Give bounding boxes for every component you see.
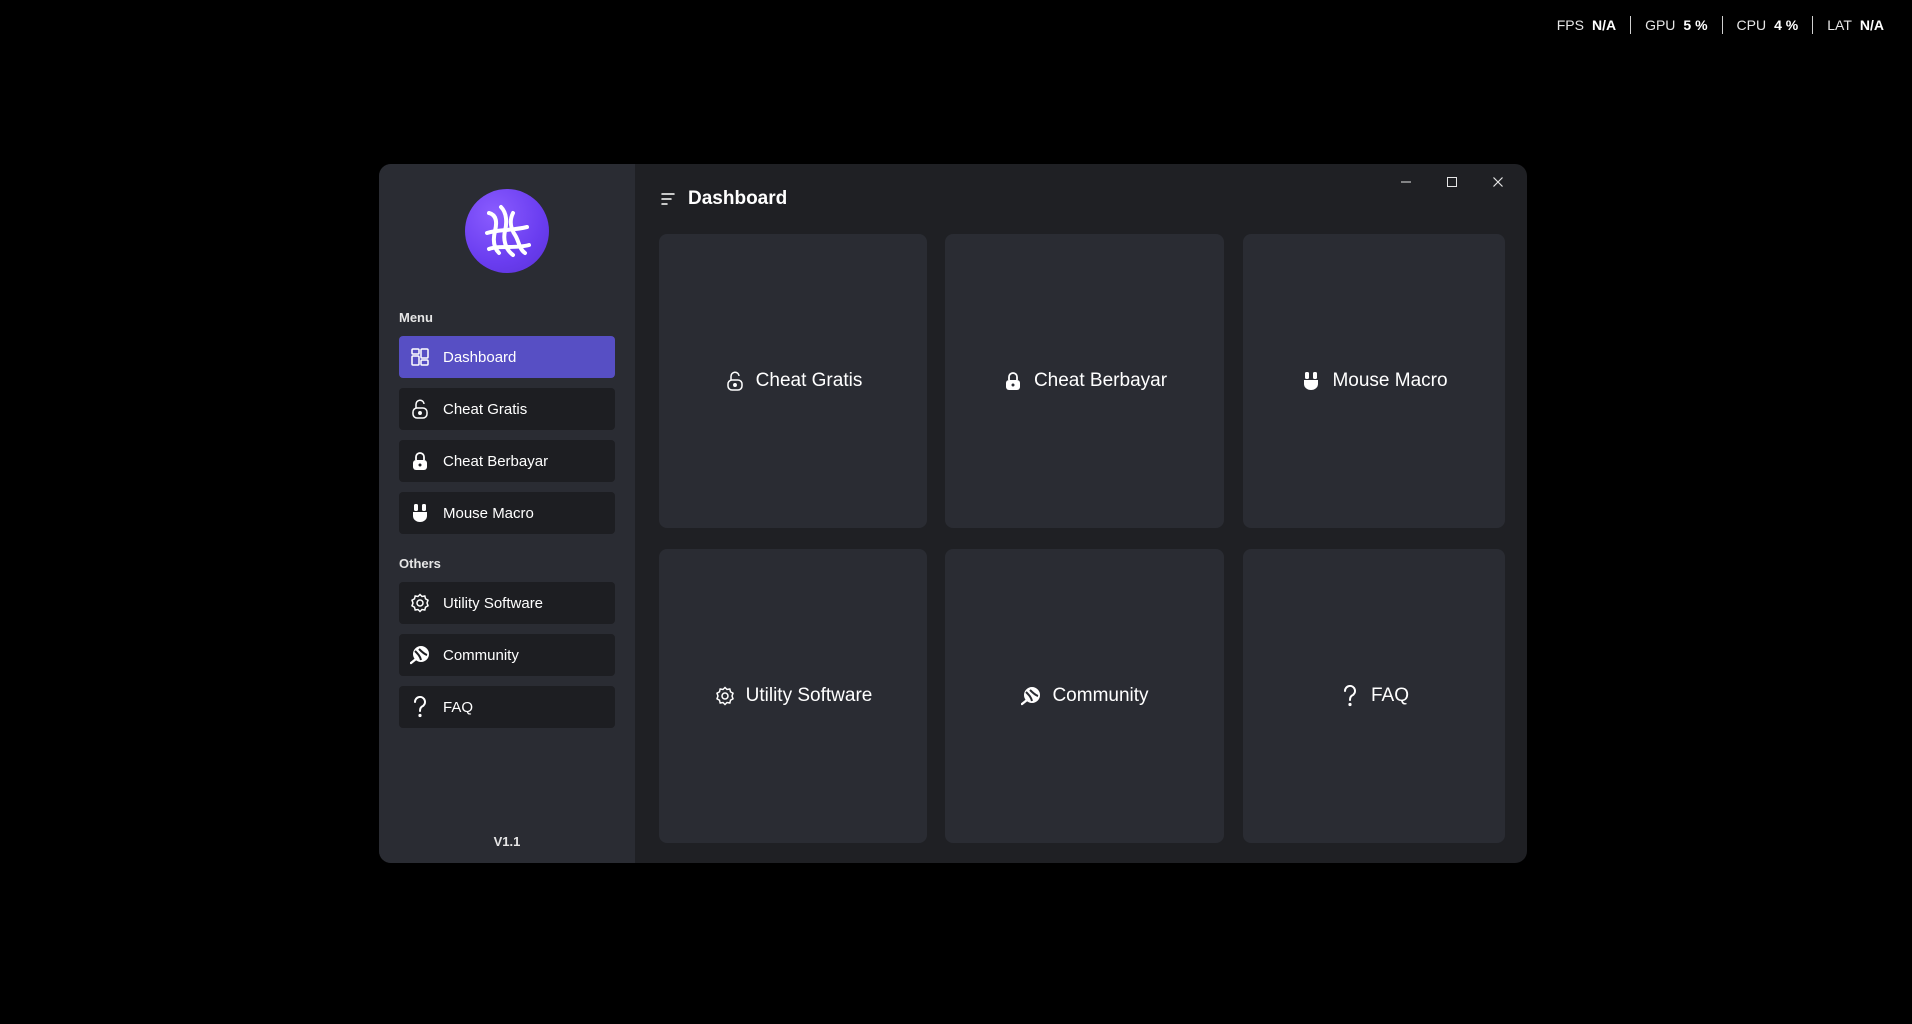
- gear-icon: [408, 591, 432, 615]
- sidebar-item-faq[interactable]: FAQ: [399, 686, 615, 728]
- close-icon: [1493, 177, 1503, 187]
- fps-value: N/A: [1591, 17, 1617, 33]
- card-label: Community: [1052, 685, 1149, 706]
- sidebar-item-label: Mouse Macro: [443, 504, 534, 522]
- community-icon: [408, 643, 432, 667]
- lat-readout: LAT N/A: [1813, 17, 1898, 33]
- question-icon: [1339, 685, 1361, 707]
- lat-label: LAT: [1827, 17, 1852, 33]
- window-controls: [1383, 172, 1521, 192]
- sidebar-item-label: Utility Software: [443, 594, 544, 612]
- close-button[interactable]: [1475, 172, 1521, 192]
- card-mouse-macro[interactable]: Mouse Macro: [1243, 234, 1505, 528]
- unlock-icon: [408, 397, 432, 421]
- lock-icon: [1002, 370, 1024, 392]
- sidebar-item-community[interactable]: Community: [399, 634, 615, 676]
- card-label: Cheat Berbayar: [1033, 370, 1168, 391]
- gear-icon: [714, 685, 736, 707]
- sidebar-item-label: Cheat Berbayar: [443, 452, 549, 470]
- mouse-icon: [1300, 370, 1322, 392]
- cpu-label: CPU: [1736, 17, 1767, 33]
- card-label: Utility Software: [745, 685, 873, 706]
- fps-readout: FPS N/A: [1543, 17, 1630, 33]
- sidebar-item-label: Community: [443, 646, 519, 664]
- lat-value: N/A: [1859, 17, 1884, 33]
- page-title: Dashboard: [688, 188, 788, 209]
- gpu-value: 5 %: [1683, 17, 1708, 33]
- card-faq[interactable]: FAQ: [1243, 549, 1505, 843]
- sidebar-item-cheat-berbayar[interactable]: Cheat Berbayar: [399, 440, 615, 482]
- fps-label: FPS: [1556, 17, 1584, 33]
- cpu-value: 4 %: [1774, 17, 1799, 33]
- gpu-label: GPU: [1645, 17, 1676, 33]
- sidebar-item-mouse-macro[interactable]: Mouse Macro: [399, 492, 615, 534]
- card-cheat-berbayar[interactable]: Cheat Berbayar: [945, 234, 1224, 528]
- logo-icon: [485, 205, 531, 257]
- sidebar-item-label: FAQ: [443, 698, 474, 716]
- sidebar-item-utility-software[interactable]: Utility Software: [399, 582, 615, 624]
- minimize-icon: [1401, 181, 1411, 183]
- menu-lines-icon[interactable]: [660, 191, 676, 207]
- sidebar: Menu Dashboard Cheat Gratis Cheat Berbay…: [379, 164, 635, 863]
- app-window: Menu Dashboard Cheat Gratis Cheat Berbay…: [379, 164, 1527, 863]
- card-cheat-gratis[interactable]: Cheat Gratis: [659, 234, 927, 528]
- maximize-button[interactable]: [1429, 172, 1475, 192]
- card-community[interactable]: Community: [945, 549, 1224, 843]
- lock-icon: [408, 449, 432, 473]
- sidebar-item-dashboard[interactable]: Dashboard: [399, 336, 615, 378]
- minimize-button[interactable]: [1383, 172, 1429, 192]
- version-label: V1.1: [493, 834, 521, 849]
- sidebar-item-label: Cheat Gratis: [443, 400, 528, 418]
- question-icon: [408, 695, 432, 719]
- gpu-readout: GPU 5 %: [1631, 17, 1721, 33]
- menu-nav: Dashboard Cheat Gratis Cheat Berbayar Mo…: [399, 336, 615, 534]
- unlock-icon: [724, 370, 746, 392]
- sidebar-item-label: Dashboard: [443, 348, 517, 366]
- maximize-icon: [1447, 177, 1457, 187]
- sidebar-item-cheat-gratis[interactable]: Cheat Gratis: [399, 388, 615, 430]
- others-section-label: Others: [399, 556, 441, 571]
- dashboard-icon: [408, 345, 432, 369]
- card-label: Mouse Macro: [1332, 370, 1448, 391]
- card-utility-software[interactable]: Utility Software: [659, 549, 927, 843]
- card-label: FAQ: [1370, 685, 1409, 706]
- card-label: Cheat Gratis: [755, 370, 863, 391]
- others-nav: Utility Software Community FAQ: [399, 582, 615, 728]
- cpu-readout: CPU 4 %: [1723, 17, 1813, 33]
- performance-overlay: FPS N/A GPU 5 % CPU 4 % LAT N/A: [1543, 16, 1898, 34]
- mouse-icon: [408, 501, 432, 525]
- main-content: Dashboard Cheat Gratis Cheat Berbayar Mo…: [635, 164, 1527, 863]
- community-icon: [1020, 685, 1042, 707]
- menu-section-label: Menu: [399, 310, 433, 325]
- app-logo: [465, 189, 549, 273]
